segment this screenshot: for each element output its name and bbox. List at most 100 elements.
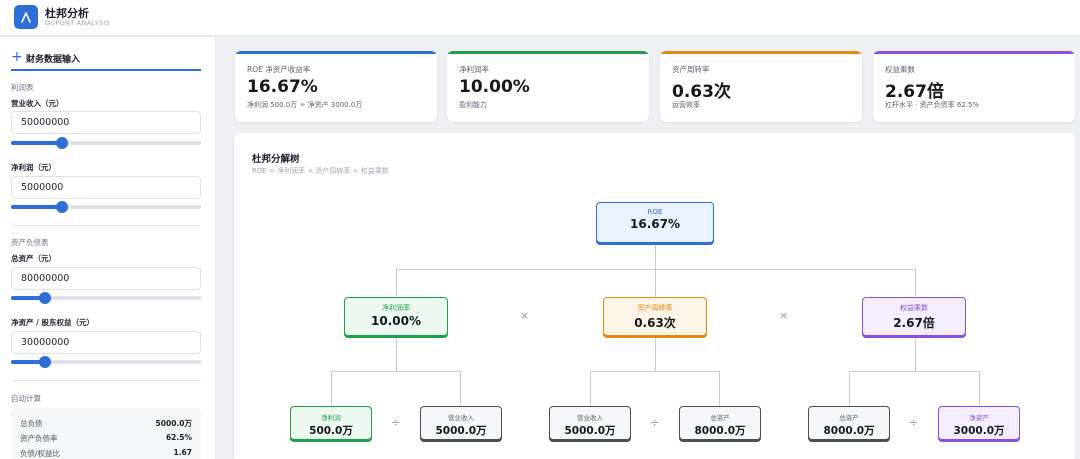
node-value: 10.00% <box>371 314 421 328</box>
node-label: 净资产 <box>969 414 989 422</box>
kpi-card-equity-multiplier: 权益乘数 2.67倍 杠杆水平 · 资产负债率 62.5% <box>873 51 1075 122</box>
kpi-card-asset-turnover: 资产周转率 0.63次 运营效率 <box>660 51 862 122</box>
kpi-label: 净利润率 <box>459 65 489 74</box>
node-label: 总资产 <box>839 414 859 422</box>
divide-operator: ÷ <box>650 416 660 429</box>
divide-operator: ÷ <box>391 416 401 429</box>
divider <box>11 380 201 381</box>
tree-leaf-net-profit[interactable]: 净利润 500.0万 <box>290 406 372 440</box>
node-label: 净利润 <box>321 414 341 422</box>
kpi-label: ROE 净资产收益率 <box>247 65 311 74</box>
kpi-value: 10.00% <box>459 77 530 97</box>
tree-connector <box>396 269 397 297</box>
net-profit-label: 净利润（元） <box>11 163 56 172</box>
net-profit-input[interactable] <box>11 176 201 199</box>
node-value: 8000.0万 <box>823 425 875 437</box>
tree-connector <box>590 371 720 372</box>
equity-slider[interactable] <box>11 356 201 368</box>
slider-thumb[interactable] <box>56 137 69 149</box>
tree-connector <box>590 371 591 407</box>
slider-thumb[interactable] <box>56 201 69 213</box>
tree-leaf-equity[interactable]: 净资产 3000.0万 <box>938 406 1020 440</box>
kpi-accent-bar <box>660 51 862 54</box>
slider-thumb[interactable] <box>39 292 52 304</box>
kpi-subtext: 杠杆水平 · 资产负债率 62.5% <box>885 101 980 109</box>
input-sidebar: + 财务数据输入 利润表 营业收入（元） 净利润（元） 资产负债表 总资产（元）… <box>0 37 216 459</box>
node-value: 5000.0万 <box>435 425 487 437</box>
tree-connector <box>915 335 916 371</box>
calc-row-debt-equity: 负债/权益比 1.67 <box>20 448 192 458</box>
node-label: 资产周转率 <box>637 304 673 312</box>
tree-connector <box>460 371 461 407</box>
app-subtitle: DUPONT ANALYSIS <box>45 19 110 27</box>
tree-connector <box>849 371 979 372</box>
node-value: 2.67倍 <box>893 316 935 330</box>
tree-leaf-total-assets[interactable]: 总资产 8000.0万 <box>679 406 761 440</box>
auto-calc-box: 总负债 5000.0万 资产负债率 62.5% 负债/权益比 1.67 <box>11 408 201 459</box>
node-value: 500.0万 <box>309 425 353 437</box>
revenue-slider[interactable] <box>11 137 201 149</box>
node-value: 8000.0万 <box>694 425 746 437</box>
kpi-value: 16.67% <box>247 77 318 97</box>
kpi-subtext: 净利润 500.0万 ÷ 净资产 3000.0万 <box>247 101 363 109</box>
node-value: 0.63次 <box>634 316 676 330</box>
tree-connector <box>979 371 980 407</box>
kpi-label: 权益乘数 <box>885 65 915 74</box>
sidebar-header: + 财务数据输入 <box>11 50 201 71</box>
tree-formula: ROE = 净利润率 × 资产周转率 × 权益乘数 <box>252 167 389 175</box>
lambda-icon <box>14 5 38 29</box>
kpi-accent-bar <box>447 51 649 54</box>
calc-row-total-liabilities: 总负债 5000.0万 <box>20 419 192 428</box>
tree-connector <box>915 269 916 297</box>
node-label: ROE <box>647 208 663 216</box>
kpi-card-net-margin: 净利润率 10.00% 盈利能力 <box>447 51 649 122</box>
divider <box>11 225 201 226</box>
kpi-value: 0.63次 <box>672 82 731 102</box>
revenue-input[interactable] <box>11 111 201 134</box>
tree-title: 杜邦分解树 <box>252 154 300 165</box>
net-profit-slider[interactable] <box>11 201 201 213</box>
tree-node-roe[interactable]: ROE 16.67% <box>596 202 714 243</box>
tree-connector <box>331 371 461 372</box>
dupont-tree-panel: 杜邦分解树 ROE = 净利润率 × 资产周转率 × 权益乘数 ROE 16.6… <box>234 133 1075 459</box>
equity-label: 净资产 / 股东权益（元） <box>11 318 94 327</box>
kpi-subtext: 盈利能力 <box>459 101 487 109</box>
tree-connector <box>719 371 720 407</box>
equity-input[interactable] <box>11 331 201 354</box>
tree-node-asset-turnover[interactable]: 资产周转率 0.63次 <box>603 297 707 336</box>
calc-row-debt-ratio: 资产负债率 62.5% <box>20 433 192 443</box>
tree-connector <box>655 335 656 371</box>
total-assets-input[interactable] <box>11 267 201 290</box>
tree-leaf-revenue[interactable]: 营业收入 5000.0万 <box>549 406 631 440</box>
kpi-value: 2.67倍 <box>885 82 944 102</box>
revenue-label: 营业收入（元） <box>11 99 64 108</box>
node-value: 3000.0万 <box>953 425 1005 437</box>
sidebar-title: 财务数据输入 <box>26 55 81 65</box>
tree-connector <box>331 371 332 407</box>
slider-thumb[interactable] <box>39 356 52 368</box>
tree-leaf-revenue[interactable]: 营业收入 5000.0万 <box>420 406 502 440</box>
node-value: 5000.0万 <box>564 425 616 437</box>
kpi-subtext: 运营效率 <box>672 101 700 109</box>
node-value: 16.67% <box>630 217 680 231</box>
balance-section-label: 资产负债表 <box>11 238 49 247</box>
kpi-accent-bar <box>235 51 437 54</box>
tree-leaf-total-assets[interactable]: 总资产 8000.0万 <box>808 406 890 440</box>
multiply-operator: × <box>520 309 530 322</box>
income-section-label: 利润表 <box>11 83 34 92</box>
kpi-card-roe: ROE 净资产收益率 16.67% 净利润 500.0万 ÷ 净资产 3000.… <box>235 51 437 122</box>
tree-node-equity-multiplier[interactable]: 权益乘数 2.67倍 <box>862 297 966 336</box>
node-label: 营业收入 <box>448 414 474 422</box>
node-label: 营业收入 <box>577 414 603 422</box>
auto-calc-section-label: 自动计算 <box>11 394 41 403</box>
tree-connector <box>396 335 397 371</box>
tree-connector <box>655 241 656 269</box>
node-label: 总资产 <box>710 414 730 422</box>
kpi-accent-bar <box>873 51 1075 54</box>
kpi-label: 资产周转率 <box>672 65 710 74</box>
plus-icon: + <box>11 49 23 65</box>
total-assets-slider[interactable] <box>11 292 201 304</box>
total-assets-label: 总资产（元） <box>11 254 56 263</box>
tree-connector <box>655 269 656 297</box>
tree-node-net-margin[interactable]: 净利润率 10.00% <box>344 297 448 336</box>
